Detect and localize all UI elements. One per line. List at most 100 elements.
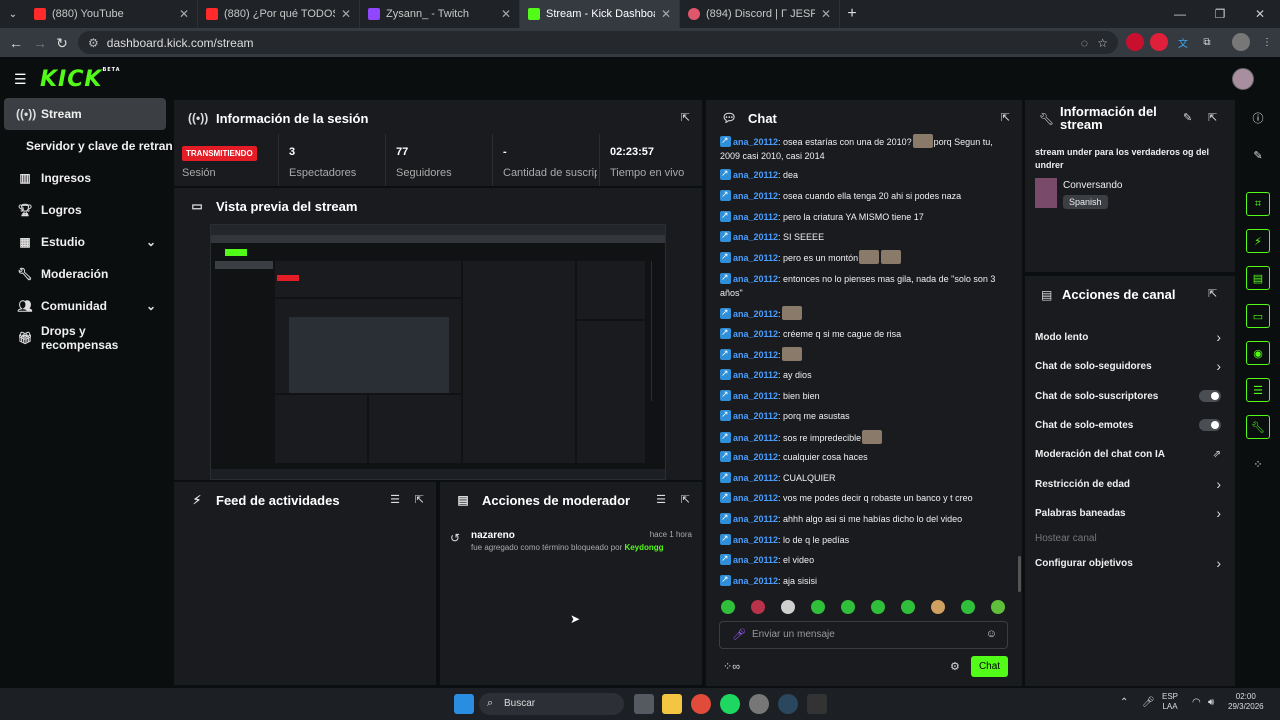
volume-icon[interactable]: 🔊︎ — [1208, 697, 1214, 708]
quick-emote[interactable] — [751, 600, 765, 614]
subscribers-only-toggle[interactable] — [1199, 390, 1221, 402]
hamburger-menu-icon[interactable]: ☰ — [14, 71, 27, 88]
popout-icon[interactable]: ⇱ — [415, 493, 424, 506]
chat-settings-gear-icon[interactable]: ⚙ — [950, 660, 960, 673]
chat-scrollbar[interactable] — [1018, 556, 1021, 592]
quick-emote[interactable] — [961, 600, 975, 614]
extension-icon-shield[interactable] — [1150, 33, 1168, 51]
browser-tab-youtube[interactable]: (880) YouTube ✕ — [26, 0, 198, 28]
quick-emote[interactable] — [721, 600, 735, 614]
new-tab-button[interactable]: + — [840, 2, 864, 26]
browser-tab-discord[interactable]: (894) Discord | Γ JESPERA 1 ✕ — [680, 0, 840, 28]
sidebar-item-moderacion[interactable]: 🔧︎ Moderación — [4, 258, 166, 290]
forward-button[interactable]: → — [28, 31, 52, 55]
steam-icon[interactable] — [778, 694, 798, 714]
quick-emote[interactable] — [781, 600, 795, 614]
list-icon[interactable]: ☰ — [1246, 378, 1270, 402]
popout-icon[interactable]: ⇱ — [1208, 287, 1217, 300]
broadcast-icon[interactable]: ◉ — [1246, 341, 1270, 365]
chrome-icon[interactable] — [691, 694, 711, 714]
taskbar-clock[interactable]: 02:00 29/3/2026 — [1228, 692, 1264, 712]
taskbar-search-box[interactable]: ⌕ Buscar — [479, 693, 624, 715]
lightning-icon[interactable]: ⚡︎ — [1246, 229, 1270, 253]
sidebar-item-estudio[interactable]: ▦ Estudio ⌄ — [4, 226, 166, 258]
extensions-puzzle-icon[interactable]: ⧉ — [1198, 33, 1216, 51]
emotes-only-toggle[interactable] — [1199, 419, 1221, 431]
configure-goals-item[interactable]: Configurar objetivos › — [1035, 553, 1225, 573]
reload-button[interactable]: ↻ — [50, 31, 74, 55]
wrench-icon[interactable]: 🔧︎ — [1246, 415, 1270, 439]
eye-off-icon[interactable]: ◌ — [1081, 36, 1088, 50]
browser-tab-youtube-video[interactable]: (880) ¿Por qué TODOS los ARTI ✕ — [198, 0, 360, 28]
quick-emote[interactable] — [901, 600, 915, 614]
quick-emote[interactable] — [871, 600, 885, 614]
kick-logo[interactable]: KICKBETA — [40, 67, 121, 92]
slow-mode-item[interactable]: Modo lento › — [1035, 327, 1225, 347]
spotify-icon[interactable] — [720, 694, 740, 714]
popout-icon[interactable]: ⇱ — [1001, 111, 1010, 124]
popout-icon[interactable]: ⇱ — [681, 493, 690, 506]
discord-taskbar-icon[interactable] — [749, 694, 769, 714]
file-explorer-icon[interactable] — [662, 694, 682, 714]
close-tab-icon[interactable]: ✕ — [179, 7, 189, 21]
wifi-icon[interactable]: ◠ — [1192, 697, 1201, 708]
close-tab-icon[interactable]: ✕ — [821, 7, 831, 21]
minimize-button[interactable]: — — [1160, 0, 1200, 28]
popout-icon[interactable]: ⇱ — [1208, 111, 1217, 124]
chat-users-icon[interactable]: ⁘∞ — [723, 660, 740, 673]
url-input[interactable]: ⚙ dashboard.kick.com/stream ◌ ☆ — [78, 31, 1118, 54]
back-button[interactable]: ← — [4, 31, 28, 55]
sidebar-item-stream[interactable]: ((•)) Stream — [4, 98, 166, 130]
epic-games-icon[interactable] — [807, 694, 827, 714]
stream-preview-video[interactable] — [210, 224, 666, 480]
filter-icon[interactable]: ☰ — [656, 493, 666, 506]
banned-words-item[interactable]: Palabras baneadas › — [1035, 503, 1225, 523]
chat-message-input[interactable]: 🎤︎ Enviar un mensaje ☺ — [719, 621, 1008, 649]
quick-emote[interactable] — [991, 600, 1005, 614]
microphone-tray-icon[interactable]: 🎤︎ — [1142, 697, 1155, 708]
edit-pencil-icon[interactable]: ✎ — [1246, 143, 1270, 167]
community-dots-icon[interactable]: ⁘ — [1246, 452, 1270, 476]
sidebar-item-logros[interactable]: 🏆︎ Logros — [4, 194, 166, 226]
edit-pencil-icon[interactable]: ✎ — [1183, 111, 1192, 124]
followers-only-item[interactable]: Chat de solo-seguidores › — [1035, 356, 1225, 376]
profile-avatar[interactable] — [1232, 33, 1250, 51]
quick-emote[interactable] — [811, 600, 825, 614]
sidebar-item-server-key[interactable]: Servidor y clave de retransmisión — [4, 130, 172, 162]
sidebar-item-comunidad[interactable]: 👥︎ Comunidad ⌄ — [4, 290, 166, 322]
extension-icon-red[interactable] — [1126, 33, 1144, 51]
close-tab-icon[interactable]: ✕ — [501, 7, 511, 21]
tab-list-button[interactable]: ⌄ — [0, 2, 26, 26]
filter-icon[interactable]: ☰ — [390, 493, 400, 506]
microphone-icon[interactable]: 🎤︎ — [732, 628, 746, 641]
user-avatar[interactable] — [1232, 68, 1254, 90]
send-chat-button[interactable]: Chat — [971, 656, 1008, 677]
site-info-icon[interactable]: ⚙ — [88, 36, 99, 50]
browser-tab-twitch[interactable]: Zysann_ - Twitch ✕ — [360, 0, 520, 28]
host-channel-item[interactable]: Hostear canal — [1035, 528, 1225, 548]
windows-start-icon[interactable] — [454, 694, 474, 714]
quick-emote[interactable] — [931, 600, 945, 614]
language-indicator[interactable]: ESP LAA — [1162, 692, 1178, 712]
popout-icon[interactable]: ⇱ — [681, 111, 690, 124]
ai-moderation-item[interactable]: Moderación del chat con IA ⇗ — [1035, 444, 1225, 464]
maximize-button[interactable]: ❐ — [1200, 0, 1240, 28]
clipboard-icon[interactable]: ▤ — [1246, 266, 1270, 290]
close-window-button[interactable]: ✕ — [1240, 0, 1280, 28]
chat-bubble-icon[interactable]: ▭ — [1246, 304, 1270, 328]
close-tab-icon[interactable]: ✕ — [661, 7, 671, 21]
quick-emote[interactable] — [841, 600, 855, 614]
emoji-picker-icon[interactable]: ☺ — [986, 628, 997, 640]
sidebar-item-drops[interactable]: 🎁︎ Drops y recompensas — [4, 322, 166, 354]
info-icon[interactable]: ⓘ — [1246, 106, 1270, 130]
clip-icon[interactable]: ⌗ — [1246, 192, 1270, 216]
browser-menu-icon[interactable]: ⋮ — [1258, 33, 1276, 51]
task-view-icon[interactable] — [634, 694, 654, 714]
tray-chevron-icon[interactable]: ⌃ — [1120, 697, 1128, 708]
sidebar-item-ingresos[interactable]: ▥ Ingresos — [4, 162, 166, 194]
age-restriction-item[interactable]: Restricción de edad › — [1035, 474, 1225, 494]
bookmark-star-icon[interactable]: ☆ — [1097, 36, 1108, 50]
browser-tab-kick[interactable]: Stream - Kick Dashboard ✕ — [520, 0, 680, 28]
close-tab-icon[interactable]: ✕ — [341, 7, 351, 21]
extension-icon-translate[interactable]: 文 — [1174, 33, 1192, 51]
